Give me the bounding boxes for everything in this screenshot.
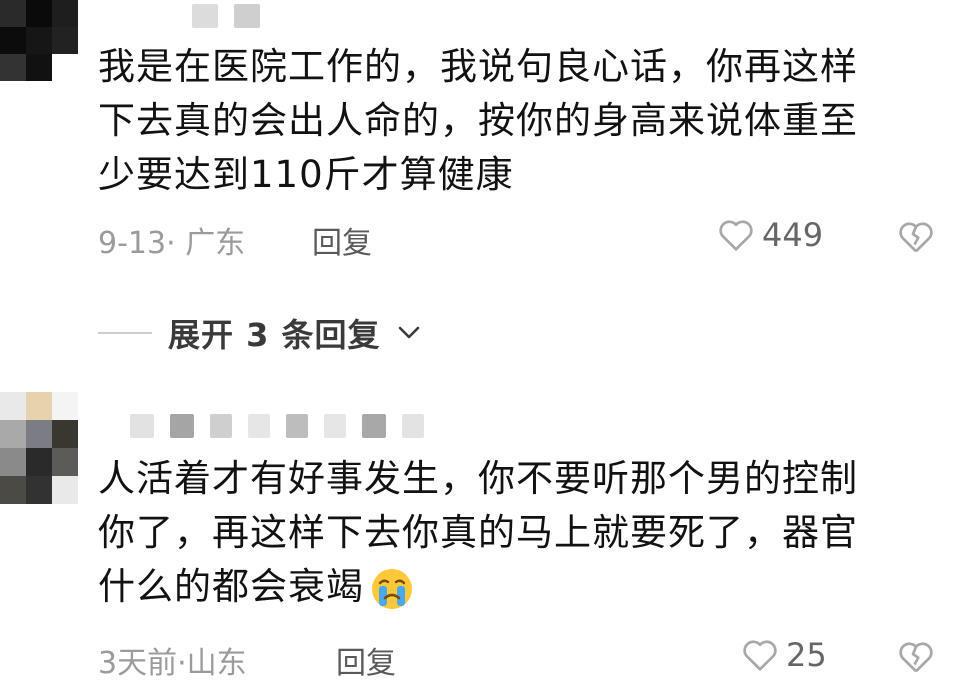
comment-meta: 9-13· 广东 — [98, 218, 245, 262]
reply-button[interactable]: 回复 — [312, 218, 372, 262]
meta-separator: · — [177, 646, 187, 681]
broken-heart-icon[interactable] — [898, 220, 934, 254]
chevron-down-icon — [398, 326, 419, 339]
comment-line: 你了，再这样下去你真的马上就要死了，器官 — [98, 511, 858, 554]
expand-replies-label: 展开 3 条回复 — [168, 316, 381, 354]
comment-location: 广东 — [185, 226, 246, 261]
username-blurred[interactable] — [192, 4, 260, 28]
comment-date: 9-13 — [98, 226, 167, 261]
comment-line: 什么的都会衰竭 — [98, 565, 364, 608]
username-blurred[interactable] — [130, 414, 424, 438]
comment-date: 3天前 — [98, 646, 178, 681]
like-button[interactable]: 25 — [742, 636, 827, 674]
comment-line-with-emoji: 什么的都会衰竭 — [98, 560, 918, 614]
comment-line: 人活着才有好事发生，你不要听那个男的控制 — [98, 457, 858, 500]
expand-replies[interactable]: 展开 3 条回复 — [98, 310, 421, 356]
heart-outline-icon — [719, 220, 753, 251]
like-count: 449 — [762, 216, 824, 254]
comment-text: 人活着才有好事发生，你不要听那个男的控制 你了，再这样下去你真的马上就要死了，器… — [98, 452, 918, 614]
comment-text: 我是在医院工作的，我说句良心话，你再这样 下去真的会出人命的，按你的身高来说体重… — [98, 40, 918, 202]
comment-line: 少要达到110斤才算健康 — [98, 153, 514, 196]
heart-outline-icon — [743, 640, 777, 671]
broken-heart-icon[interactable] — [898, 640, 934, 674]
like-button[interactable]: 449 — [718, 216, 823, 254]
avatar[interactable] — [0, 392, 78, 504]
comment-location: 山东 — [186, 646, 247, 681]
crying-face-icon — [372, 568, 412, 609]
meta-separator: · — [166, 226, 176, 261]
comment-line: 下去真的会出人命的，按你的身高来说体重至 — [98, 99, 858, 142]
divider-line — [98, 332, 152, 334]
comment-line: 我是在医院工作的，我说句良心话，你再这样 — [98, 45, 858, 88]
reply-button[interactable]: 回复 — [336, 638, 396, 682]
comment-meta: 3天前·山东 — [98, 638, 247, 682]
like-count: 25 — [786, 636, 827, 674]
avatar[interactable] — [0, 0, 78, 82]
